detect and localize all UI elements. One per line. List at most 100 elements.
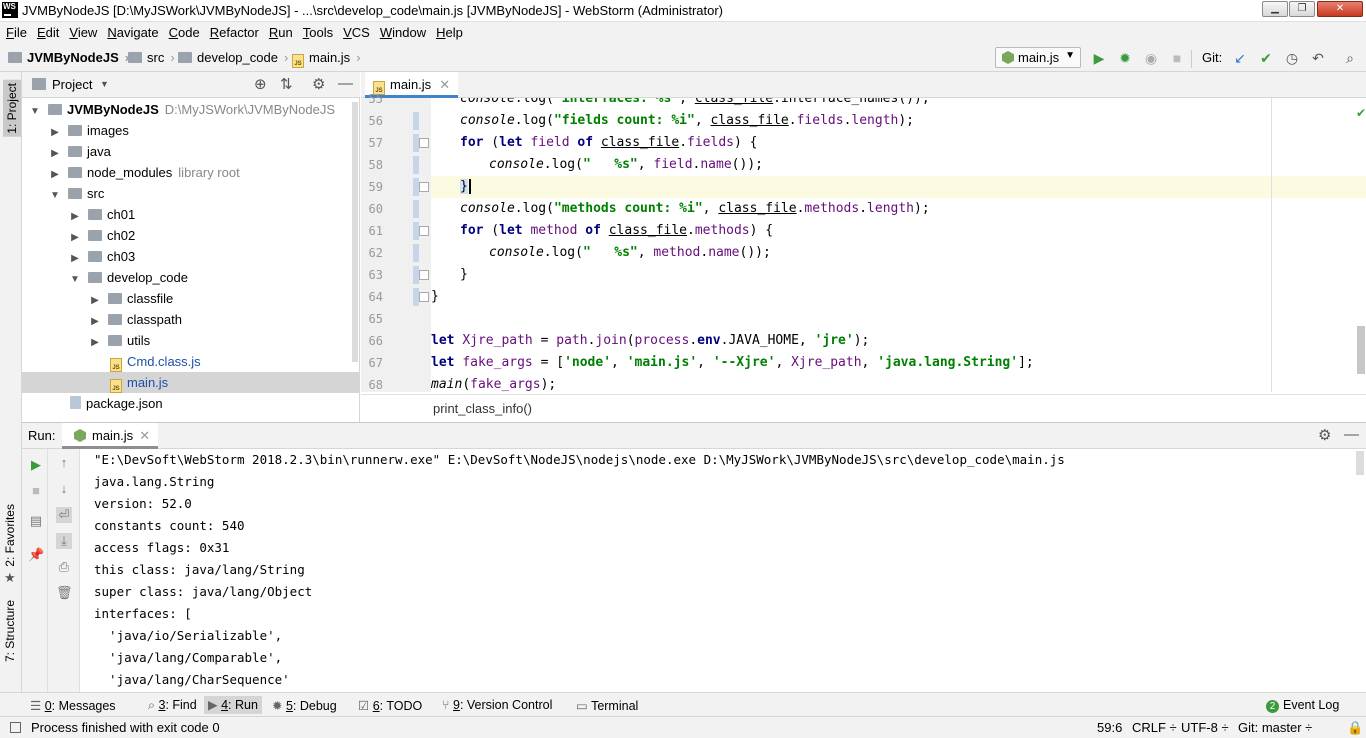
fold-marker-icon[interactable] (419, 182, 429, 192)
gear-icon[interactable]: ⚙ (1318, 426, 1331, 444)
menu-run[interactable]: Run (269, 22, 293, 40)
stop-icon[interactable]: ■ (28, 483, 44, 499)
menu-code[interactable]: Code (169, 22, 200, 40)
menu-help[interactable]: Help (436, 22, 463, 40)
chevron-right-icon[interactable]: ▶ (68, 227, 82, 248)
chevron-right-icon[interactable]: ▶ (68, 206, 82, 227)
maximize-button[interactable]: ❐ (1289, 1, 1315, 17)
chevron-right-icon[interactable]: ▶ (48, 122, 62, 143)
tree-item-main-js[interactable]: JS main.js (22, 372, 360, 393)
chevron-down-icon[interactable]: ▼ (100, 79, 109, 89)
close-tab-icon[interactable]: ✕ (439, 77, 450, 92)
structure-tool-tab[interactable]: 7: Structure (3, 600, 17, 662)
fold-marker-icon[interactable] (419, 226, 429, 236)
tree-item-ch02[interactable]: ▶ ch02 (22, 225, 360, 246)
code-area[interactable]: console.log("interfaces: %s", class_file… (431, 98, 1271, 392)
tree-item-images[interactable]: ▶ images (22, 120, 360, 141)
breadcrumb-project[interactable]: JVMByNodeJS › (8, 50, 135, 65)
stop-icon[interactable]: ■ (1169, 50, 1185, 66)
rerun-icon[interactable]: ▶ (28, 457, 44, 473)
chevron-right-icon[interactable]: ▶ (88, 311, 102, 332)
bottom-tab-messages[interactable]: ☰ 0: Messages (30, 698, 116, 713)
print-icon[interactable]: ⎙ (56, 559, 72, 575)
breadcrumb-develop-code[interactable]: develop_code › (178, 50, 294, 65)
debug-icon[interactable]: ✹ (1117, 50, 1133, 66)
tree-item-node-modules[interactable]: ▶ node_modules library root (22, 162, 360, 183)
menu-vcs[interactable]: VCS (343, 22, 370, 40)
run-configuration-select[interactable]: main.js ▼ (995, 47, 1081, 68)
run-tab-main-js[interactable]: main.js ✕ (62, 423, 159, 449)
favorites-tool-tab[interactable]: 2: Favorites (3, 504, 17, 567)
layout-icon[interactable]: ▤ (28, 513, 44, 529)
run-icon[interactable]: ▶ (1091, 50, 1107, 66)
tree-item-src[interactable]: ▼ src (22, 183, 360, 204)
breadcrumb-src[interactable]: src › (128, 50, 181, 65)
tree-item-ch03[interactable]: ▶ ch03 (22, 246, 360, 267)
caret-position[interactable]: 59:6 (1097, 720, 1122, 735)
arrow-up-icon[interactable]: ↑ (56, 455, 72, 471)
line-separator[interactable]: CRLF ÷ (1132, 720, 1177, 735)
menu-navigate[interactable]: Navigate (107, 22, 158, 40)
event-log-button[interactable]: 2 Event Log (1266, 698, 1339, 713)
chevron-right-icon[interactable]: ▶ (68, 248, 82, 269)
revert-icon[interactable]: ↶ (1310, 50, 1326, 66)
menu-file[interactable]: File (6, 22, 27, 40)
close-tab-icon[interactable]: ✕ (139, 428, 150, 443)
menu-tools[interactable]: Tools (303, 22, 333, 40)
git-update-icon[interactable]: ↙ (1232, 50, 1248, 66)
trash-icon[interactable]: 🗑 (56, 585, 73, 601)
tree-item-utils[interactable]: ▶ utils (22, 330, 360, 351)
tree-item-ch01[interactable]: ▶ ch01 (22, 204, 360, 225)
project-tool-tab[interactable]: 1: Project (3, 80, 21, 137)
chevron-right-icon[interactable]: ▶ (48, 164, 62, 185)
tree-item-java[interactable]: ▶ java (22, 141, 360, 162)
lock-icon[interactable]: 🔒 (1347, 720, 1363, 736)
hide-icon[interactable]: — (1344, 426, 1359, 443)
breadcrumb-main-js[interactable]: JS main.js › (292, 50, 367, 68)
fold-marker-icon[interactable] (419, 138, 429, 148)
bottom-tab-run[interactable]: ▶ 4: Run (204, 696, 262, 714)
tree-scrollbar[interactable] (352, 102, 358, 362)
hide-icon[interactable]: — (338, 75, 353, 92)
menu-edit[interactable]: Edit (37, 22, 59, 40)
chevron-right-icon[interactable]: ▶ (88, 290, 102, 311)
fold-marker-icon[interactable] (419, 270, 429, 280)
console-output[interactable]: "E:\DevSoft\WebStorm 2018.2.3\bin\runner… (94, 449, 1354, 693)
bottom-tab-terminal[interactable]: ▭ Terminal (576, 698, 638, 713)
bottom-tab-find[interactable]: ⌕ 3: Find (148, 698, 197, 713)
menu-window[interactable]: Window (380, 22, 426, 40)
pin-icon[interactable]: 📌 (28, 547, 44, 563)
close-window-button[interactable]: ✕ (1317, 1, 1363, 17)
chevron-down-icon[interactable]: ▼ (28, 101, 42, 122)
history-icon[interactable]: ◷ (1284, 50, 1300, 66)
console-scrollbar[interactable] (1356, 451, 1364, 475)
chevron-right-icon[interactable]: ▶ (48, 143, 62, 164)
minimize-button[interactable]: ▁ (1262, 1, 1288, 17)
menu-refactor[interactable]: Refactor (210, 22, 259, 40)
function-breadcrumb[interactable]: print_class_info() (433, 401, 532, 416)
soft-wrap-icon[interactable]: ⏎ (56, 507, 72, 523)
run-with-coverage-icon[interactable]: ◉ (1143, 50, 1159, 66)
chevron-down-icon[interactable]: ▼ (68, 269, 82, 290)
tree-item-package-json[interactable]: package.json (22, 393, 360, 414)
gear-icon[interactable]: ⚙ (312, 75, 325, 93)
arrow-down-icon[interactable]: ↓ (56, 481, 72, 497)
locate-icon[interactable]: ⊕ (254, 75, 267, 93)
tool-window-toggle-icon[interactable] (10, 722, 21, 733)
bottom-tab-todo[interactable]: ☑ 6: TODO (358, 698, 422, 713)
tree-item-classpath[interactable]: ▶ classpath (22, 309, 360, 330)
chevron-down-icon[interactable]: ▼ (48, 185, 62, 206)
tree-item-cmd-class-js[interactable]: JS Cmd.class.js (22, 351, 360, 372)
menu-view[interactable]: View (69, 22, 97, 40)
search-everywhere-icon[interactable]: ⌕ (1342, 50, 1358, 66)
project-view-select[interactable]: Project (52, 77, 92, 92)
bottom-tab-debug[interactable]: ✹ 5: Debug (272, 698, 337, 713)
editor-scrollbar-thumb[interactable] (1357, 326, 1365, 374)
tree-item-jvmbynodejs[interactable]: ▼ JVMByNodeJS D:\MyJSWork\JVMByNodeJS (22, 99, 360, 120)
file-encoding[interactable]: UTF-8 ÷ (1181, 720, 1229, 735)
collapse-all-icon[interactable]: ⇅ (280, 75, 293, 93)
tree-item-develop-code[interactable]: ▼ develop_code (22, 267, 360, 288)
git-branch[interactable]: Git: master ÷ (1238, 720, 1312, 735)
tree-item-classfile[interactable]: ▶ classfile (22, 288, 360, 309)
git-commit-icon[interactable]: ✔ (1258, 50, 1274, 66)
